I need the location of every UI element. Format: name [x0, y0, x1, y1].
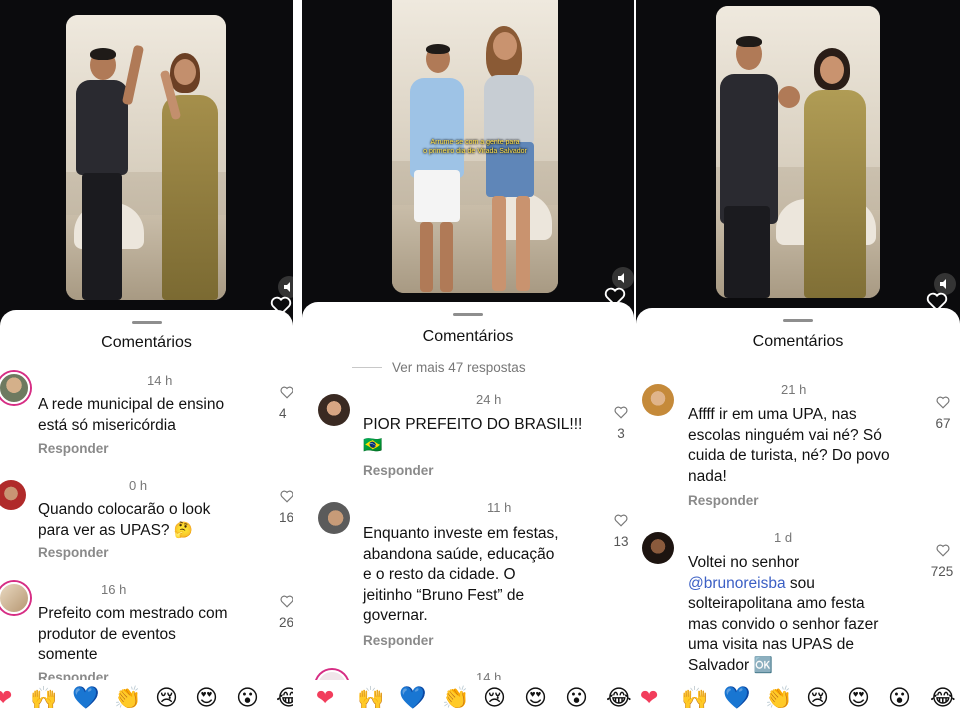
like-count: 16 — [279, 510, 293, 525]
comment-like-icon[interactable] — [936, 544, 950, 557]
clapping-emoji[interactable]: 👏 — [114, 686, 141, 712]
comment-time: 21 h — [781, 382, 807, 397]
comment-text: A rede municipal de ensino está só miseri… — [38, 396, 225, 434]
comments-sheet: Comentários Ver mais 47 respostas 24 h P… — [302, 302, 634, 720]
comment-like-icon[interactable] — [614, 406, 628, 419]
heart-eyes-emoji[interactable]: 😍 — [195, 686, 218, 712]
surprised-emoji[interactable]: 😮 — [565, 686, 588, 712]
raised-hands-emoji[interactable]: 🙌 — [681, 686, 708, 712]
sheet-title: Comentários — [422, 328, 514, 345]
video-player[interactable] — [716, 6, 880, 298]
comment-time: 1 d — [774, 530, 793, 545]
comment-time: 11 h — [487, 500, 512, 515]
avatar[interactable] — [0, 372, 30, 404]
comment-text: Prefeito com mestrado com produtor de eve… — [38, 605, 228, 663]
comment-text: Quando colocarão o look para ver as UPAS?… — [38, 501, 211, 539]
comment-time: 24 h — [476, 392, 502, 407]
avatar[interactable] — [318, 394, 350, 426]
like-count: 13 — [613, 534, 629, 549]
avatar[interactable] — [318, 502, 350, 534]
clapping-emoji[interactable]: 👏 — [442, 686, 469, 712]
emoji-reaction-bar: ❤ 🙌 💙 👏 😢 😍 😮 😂 — [302, 680, 634, 720]
like-count: 26 — [279, 615, 293, 630]
crying-emoji[interactable]: 😢 — [806, 686, 829, 712]
reply-button[interactable]: Responder — [38, 441, 109, 456]
comment-text: Enquanto investe em festas, abandona saúd… — [363, 525, 559, 624]
like-count: 3 — [617, 426, 625, 441]
sheet-title: Comentários — [752, 333, 844, 350]
video-area — [636, 0, 960, 330]
video-area: Arrume-se com a gente para o primeiro dia… — [302, 0, 634, 320]
mute-toggle[interactable] — [278, 276, 293, 298]
reply-button[interactable]: Responder — [363, 463, 434, 478]
reply-button[interactable]: Responder — [363, 633, 434, 648]
avatar[interactable] — [0, 582, 30, 614]
laughing-emoji[interactable]: 😂 — [930, 686, 956, 712]
screenshot-panel-2: Arrume-se com a gente para o primeiro dia… — [302, 0, 634, 720]
blue-heart-emoji[interactable]: 💙 — [399, 686, 426, 712]
comment-text: Affff ir em uma UPA, nas escolas ninguém … — [688, 406, 890, 485]
avatar[interactable] — [642, 532, 674, 564]
laughing-emoji[interactable]: 😂 — [276, 686, 293, 712]
more-replies-line — [352, 367, 382, 368]
surprised-emoji[interactable]: 😮 — [888, 686, 911, 712]
heart-eyes-emoji[interactable]: 😍 — [524, 686, 547, 712]
heart-emoji[interactable]: ❤ — [640, 686, 658, 712]
video-player[interactable]: Arrume-se com a gente para o primeiro dia… — [392, 0, 558, 293]
comment-like-icon[interactable] — [936, 396, 950, 409]
emoji-reaction-bar: ❤ 🙌 💙 👏 😢 😍 😮 😂 — [636, 680, 960, 720]
reply-button[interactable]: Responder — [38, 545, 109, 560]
video-subtitle: Arrume-se com a gente para o primeiro dia… — [423, 139, 527, 155]
like-count: 67 — [935, 416, 951, 431]
comments-sheet: Comentários 14 h A rede municipal de ens… — [0, 310, 293, 720]
comment-like-icon[interactable] — [280, 595, 293, 608]
crying-emoji[interactable]: 😢 — [483, 686, 506, 712]
blue-heart-emoji[interactable]: 💙 — [723, 686, 750, 712]
sheet-handle[interactable] — [783, 319, 813, 322]
heart-eyes-emoji[interactable]: 😍 — [847, 686, 870, 712]
comment-time: 14 h — [147, 373, 173, 388]
comment-like-icon[interactable] — [614, 514, 628, 527]
comments-sheet: Comentários 21 h Affff ir em uma UPA, na… — [636, 308, 960, 720]
like-count: 725 — [930, 564, 954, 579]
sheet-handle[interactable] — [453, 313, 483, 316]
sheet-title: Comentários — [101, 334, 192, 351]
comment-text: Voltei no senhor @brunoreisba sou soltei… — [688, 554, 879, 674]
user-mention[interactable]: @brunoreisba — [688, 575, 786, 592]
sheet-handle[interactable] — [131, 321, 162, 324]
avatar[interactable] — [0, 480, 26, 510]
blue-heart-emoji[interactable]: 💙 — [72, 686, 99, 712]
laughing-emoji[interactable]: 😂 — [606, 686, 632, 712]
screenshot-panel-3: Comentários 21 h Affff ir em uma UPA, na… — [636, 0, 960, 720]
mute-toggle[interactable] — [612, 267, 634, 289]
like-count: 4 — [279, 406, 287, 421]
raised-hands-emoji[interactable]: 🙌 — [357, 686, 384, 712]
clapping-emoji[interactable]: 👏 — [765, 686, 792, 712]
video-area — [0, 0, 293, 330]
emoji-reaction-bar: ❤ 🙌 💙 👏 😢 😍 😮 😂 — [0, 680, 293, 720]
heart-emoji[interactable]: ❤ — [0, 686, 12, 712]
comment-like-icon[interactable] — [280, 490, 293, 503]
view-more-replies[interactable]: Ver mais 47 respostas — [392, 360, 526, 375]
avatar[interactable] — [642, 384, 674, 416]
comment-time: 16 h — [101, 582, 127, 597]
comment-like-icon[interactable] — [280, 386, 293, 399]
reply-button[interactable]: Responder — [688, 493, 759, 508]
crying-emoji[interactable]: 😢 — [155, 686, 178, 712]
raised-hands-emoji[interactable]: 🙌 — [30, 686, 57, 712]
video-player[interactable] — [66, 15, 226, 300]
screenshot-panel-1: Comentários 14 h A rede municipal de ens… — [0, 0, 293, 720]
comment-time: 0 h — [129, 478, 148, 493]
comment-text: PIOR PREFEITO DO BRASIL!!! 🇧🇷 — [363, 416, 583, 454]
surprised-emoji[interactable]: 😮 — [236, 686, 259, 712]
heart-emoji[interactable]: ❤ — [316, 686, 334, 712]
